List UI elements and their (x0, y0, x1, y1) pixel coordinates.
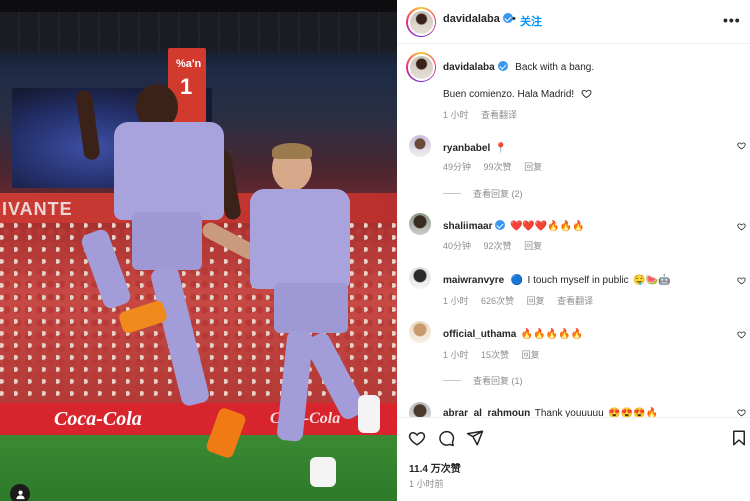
see-translation-link[interactable]: 查看翻译 (481, 110, 517, 120)
comment-like-count[interactable]: 15次赞 (481, 350, 509, 360)
comment-meta: 1 小时 626次赞 回复 查看翻译 (443, 294, 603, 307)
header-separator: • (512, 13, 516, 25)
follow-button[interactable]: 关注 (520, 13, 542, 29)
avatar[interactable] (409, 213, 431, 235)
comment-emojis: ❤️❤️❤️🔥🔥🔥 (509, 221, 585, 232)
avatar[interactable] (409, 321, 431, 343)
caption-time: 1 小时 (443, 110, 469, 120)
comment-emojis: 🔥🔥🔥🔥🔥 (520, 329, 584, 340)
scoreboard-label: %a'n (176, 58, 202, 70)
comment-username[interactable]: abrar_al_rahmoun (443, 408, 530, 417)
comment-like-icon[interactable] (737, 276, 746, 285)
comment-icon[interactable] (437, 429, 455, 447)
author-avatar-ring[interactable] (406, 7, 436, 37)
reply-button[interactable]: 回复 (522, 350, 540, 360)
send-icon[interactable] (466, 429, 484, 447)
caption-meta: 1 小时 查看翻译 (443, 108, 527, 121)
reply-button[interactable]: 回复 (524, 162, 542, 172)
comment-username[interactable]: ryanbabel (443, 143, 490, 154)
comment-like-icon[interactable] (737, 408, 746, 417)
view-replies-button[interactable]: 查看回复 (1) (443, 374, 523, 387)
comment-emojis: 🤤🍉🤖 (633, 275, 671, 286)
comment-text: Thank youuuuu (534, 408, 604, 417)
stadium-roof (0, 12, 397, 52)
ad-banner-text: IVANTE (2, 199, 73, 219)
comment-emojis: 😍😍😍🔥 (608, 408, 658, 418)
see-translation-link[interactable]: 查看翻译 (557, 296, 593, 306)
instagram-post-view: %a'n 1 IVANTE LA Coca-Cola Coca-Cola (0, 0, 750, 501)
user-icon (15, 490, 25, 499)
posted-time: 1 小时前 (409, 479, 444, 489)
comment-time: 1 小时 (443, 296, 469, 306)
avatar (407, 8, 435, 36)
caption-username[interactable]: davidalaba (443, 62, 495, 73)
post-actions: 11.4 万次赞 1 小时前 (397, 417, 750, 501)
bookmark-icon[interactable] (730, 429, 748, 447)
reply-button[interactable]: 回复 (527, 296, 545, 306)
caption-text-line1: Back with a bang. (515, 62, 595, 73)
comment-time: 49分钟 (443, 162, 472, 172)
comment-username[interactable]: shaliimaar (443, 221, 492, 232)
heart-icon[interactable] (408, 429, 426, 447)
comment-meta: 40分钟 92次赞 回复 (443, 239, 552, 252)
comment-text: I touch myself in public (527, 275, 629, 286)
comment-like-count[interactable]: 626次赞 (481, 296, 514, 306)
comment-emojis: 📍 (494, 143, 508, 154)
author-username[interactable]: davidalaba (443, 13, 513, 25)
caption-text-line2: Buen comienzo. Hala Madrid! (443, 89, 575, 100)
caption-avatar-ring[interactable] (406, 52, 436, 82)
tagged-users-button[interactable] (10, 484, 30, 501)
avatar[interactable] (409, 402, 431, 417)
comment-meta: 1 小时 15次赞 回复 (443, 348, 550, 361)
comment-username[interactable]: official_uthama (443, 329, 516, 340)
comments-list[interactable]: davidalaba Back with a bang. Buen comien… (397, 45, 750, 417)
avatar[interactable] (409, 135, 431, 157)
likes-count[interactable]: 11.4 万次赞 (409, 460, 461, 475)
comment-username[interactable]: maiwranvyre (443, 275, 504, 286)
comment-like-count[interactable]: 92次赞 (484, 241, 512, 251)
view-replies-button[interactable]: 查看回复 (2) (443, 187, 523, 200)
reply-button[interactable]: 回复 (524, 241, 542, 251)
comment-time: 1 小时 (443, 350, 469, 360)
post-header: davidalaba • 关注 ••• (397, 0, 750, 44)
avatar[interactable] (409, 267, 431, 289)
comment-like-icon[interactable] (737, 330, 746, 339)
comment-lead-emoji: 🔵 (510, 275, 524, 286)
post-photo[interactable]: %a'n 1 IVANTE LA Coca-Cola Coca-Cola (0, 0, 397, 501)
verified-badge-icon (495, 220, 506, 230)
post-side-panel: davidalaba • 关注 ••• davidalaba Back with… (397, 0, 750, 501)
more-options-button[interactable]: ••• (723, 12, 741, 28)
avatar (407, 53, 435, 81)
comment-like-count[interactable]: 99次赞 (484, 162, 512, 172)
comment-time: 40分钟 (443, 241, 472, 251)
comment-like-icon[interactable] (737, 222, 746, 231)
verified-badge-icon (497, 61, 508, 71)
comment-like-icon[interactable] (737, 141, 746, 150)
heart-outline-icon (581, 89, 592, 99)
comment-meta: 49分钟 99次赞 回复 (443, 160, 552, 173)
player-kroos (199, 143, 380, 501)
